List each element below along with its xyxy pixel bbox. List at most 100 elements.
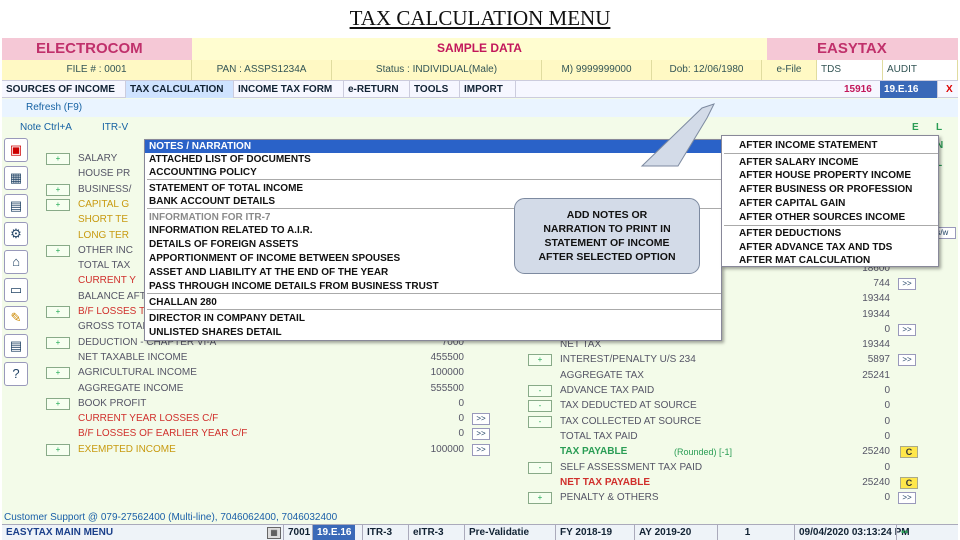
dropdown-item[interactable]: NOTES / NARRATION [145,140,722,153]
gear-icon[interactable]: ⚙ [4,222,28,246]
tds-dropdown[interactable]: TDS [817,60,883,80]
dropdown-item[interactable]: INFORMATION RELATED TO A.I.R. [149,224,313,237]
row-button[interactable]: + [46,244,70,257]
status-prevalidate[interactable]: Pre-Validatie [464,525,533,540]
row-button[interactable]: + [528,354,552,367]
expand-button[interactable]: >> [898,492,916,505]
status: Status : INDIVIDUAL(Male) [332,60,542,80]
submenu-item[interactable]: AFTER SALARY INCOME [739,156,858,169]
submenu-item[interactable]: AFTER INCOME STATEMENT [739,139,878,152]
submenu-item[interactable]: AFTER OTHER SOURCES INCOME [739,211,905,224]
close-icon[interactable]: X [942,81,958,98]
income-value: 100000 [430,367,464,379]
dropdown-item[interactable]: DIRECTOR IN COMPANY DETAIL [149,312,305,325]
tax-label: ADVANCE TAX PAID [560,385,655,396]
mobile: M) 9999999000 [542,60,652,80]
status-user: 1 [717,525,777,540]
submenu-item[interactable]: AFTER HOUSE PROPERTY INCOME [739,169,911,182]
row-button[interactable]: + [46,153,70,165]
side-l2: L [936,158,943,169]
callout-line-4: AFTER SELECTED OPTION [538,251,676,263]
menu-sources-of-income[interactable]: SOURCES OF INCOME [2,81,126,98]
income-value: 455500 [430,351,464,363]
callout-line-2: NARRATION TO PRINT IN [543,223,671,235]
calculator-icon[interactable]: ▤ [4,194,28,218]
menu-import[interactable]: IMPORT [460,81,516,98]
status-fy: FY 2018-19 [555,525,616,540]
document-icon[interactable]: ▭ [4,278,28,302]
dropdown-item[interactable]: ASSET AND LIABILITY AT THE END OF THE YE… [149,266,388,279]
main-menu-button[interactable]: EASYTAX MAIN MENU [2,525,117,540]
submenu-item[interactable]: AFTER MAT CALCULATION [739,254,870,267]
dropdown-item[interactable]: PASS THROUGH INCOME DETAILS FROM BUSINES… [149,280,439,293]
expand-button[interactable]: >> [472,428,490,441]
row-button[interactable]: + [46,397,70,410]
row-button[interactable]: + [46,306,70,318]
callout-text: ADD NOTES OR NARRATION TO PRINT IN STATE… [514,208,700,264]
row-button[interactable]: - [528,385,552,397]
expand-button[interactable]: >> [898,323,916,336]
tax-label: AGGREGATE TAX [560,369,644,381]
c-button[interactable]: C [900,476,918,489]
row-button[interactable]: + [46,443,70,456]
menu-tax-calculation[interactable]: TAX CALCULATION [126,81,234,98]
dropdown-item[interactable]: ACCOUNTING POLICY [149,166,257,179]
row-button[interactable]: - [528,461,552,474]
printer-icon[interactable]: ▤ [4,334,28,358]
dropdown-item[interactable]: UNLISTED SHARES DETAIL [149,326,282,339]
menu-tools[interactable]: TOOLS [410,81,460,98]
tax-value: 19344 [862,339,890,351]
submenu-item[interactable]: AFTER DEDUCTIONS [739,227,841,240]
calculator-icon[interactable]: ▦ [267,527,281,539]
refresh-button[interactable]: Refresh (F9) [22,99,86,117]
dropdown-item[interactable]: STATEMENT OF TOTAL INCOME [149,182,303,195]
row-button[interactable]: + [528,492,552,505]
submenu-item[interactable]: AFTER ADVANCE TAX AND TDS [739,241,892,254]
menu-e-return[interactable]: e-RETURN [344,81,410,98]
tax-label: PENALTY & OTHERS [560,492,659,504]
file-number: FILE # : 0001 [2,60,192,80]
bank-icon[interactable]: ⌂ [4,250,28,274]
calendar-icon[interactable]: ▦ [4,166,28,190]
dob: Dob: 12/06/1980 [652,60,762,80]
submenu-item[interactable]: AFTER CAPITAL GAIN [739,197,845,210]
status-code: 7001 [283,525,314,540]
expand-button[interactable]: >> [898,277,916,290]
row-button[interactable]: + [46,198,70,211]
help-icon[interactable]: ? [4,362,28,386]
income-label: EXEMPTED INCOME [78,443,176,455]
row-button[interactable]: + [46,336,70,349]
note-button[interactable]: Note Ctrl+A [16,119,76,137]
row-button[interactable]: + [46,183,70,196]
dropdown-item[interactable]: BANK ACCOUNT DETAILS [149,195,275,208]
itr-v-button[interactable]: ITR-V [98,119,132,137]
dropdown-item[interactable]: CHALLAN 280 [149,296,217,309]
version-badge: 19.E.16 [880,81,938,98]
expand-button[interactable]: >> [898,354,916,367]
support-text: Customer Support @ 079-27562400 (Multi-l… [4,512,338,523]
submenu-item[interactable]: AFTER BUSINESS OR PROFESSION [739,183,912,196]
c-button[interactable]: C [900,446,918,459]
row-button[interactable]: - [528,415,552,428]
menu-separator [147,179,721,180]
pencil-icon[interactable]: ✎ [4,306,28,330]
dropdown-item[interactable]: APPORTIONMENT OF INCOME BETWEEN SPOUSES [149,252,400,265]
row-button[interactable]: + [46,367,70,380]
income-value: 555500 [430,382,464,394]
expand-button[interactable]: >> [472,443,490,456]
dropdown-item[interactable]: ATTACHED LIST OF DOCUMENTS [149,153,311,166]
tax-value: 0 [884,415,890,427]
efile-button[interactable]: e-File [762,60,817,80]
main-menu-bar: SOURCES OF INCOME TAX CALCULATION INCOME… [2,80,958,98]
row-button[interactable]: - [528,400,552,413]
menu-income-tax-form[interactable]: INCOME TAX FORM [234,81,344,98]
dropdown-item[interactable]: DETAILS OF FOREIGN ASSETS [149,238,298,251]
dropdown-item[interactable]: INFORMATION FOR ITR-7 [149,211,270,224]
audit-dropdown[interactable]: AUDIT [883,60,958,80]
tax-label: TOTAL TAX PAID [560,430,638,442]
submenu-separator [724,153,938,154]
pdf-icon[interactable]: ▣ [4,138,28,162]
tax-value: 5897 [867,354,890,366]
expand-button[interactable]: >> [472,413,490,426]
sample-data-banner: SAMPLE DATA [192,38,767,60]
